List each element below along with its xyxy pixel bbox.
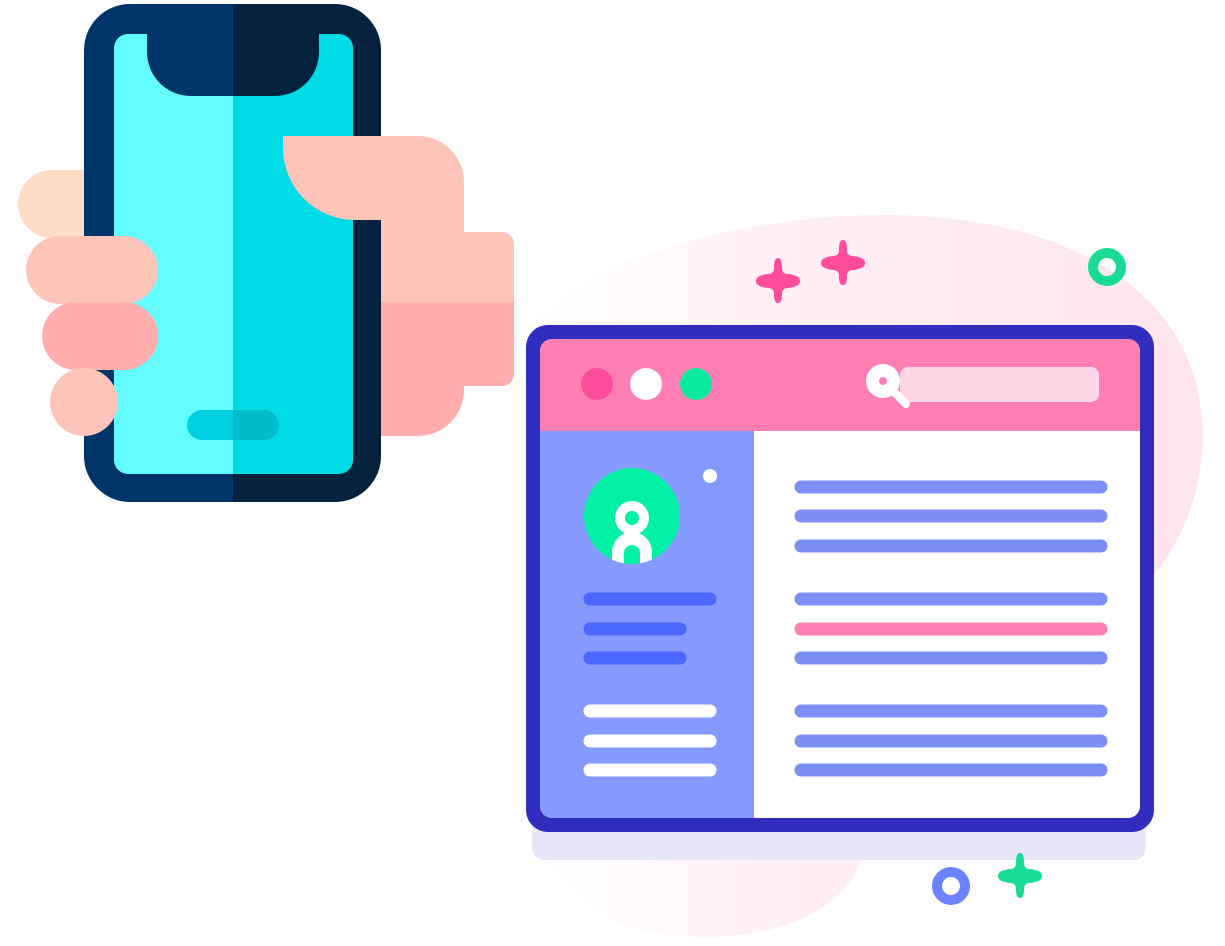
window-dot-maximize xyxy=(680,368,712,400)
search-field xyxy=(900,367,1099,402)
hand-holding-phone xyxy=(18,4,514,502)
ring-icon xyxy=(1088,248,1126,286)
status-dot xyxy=(703,469,717,483)
ring-icon xyxy=(932,867,970,905)
illustration-canvas xyxy=(18,4,1203,938)
window-dot-minimize xyxy=(630,368,662,400)
browser-window xyxy=(526,325,1154,832)
window-dot-close xyxy=(581,368,613,400)
